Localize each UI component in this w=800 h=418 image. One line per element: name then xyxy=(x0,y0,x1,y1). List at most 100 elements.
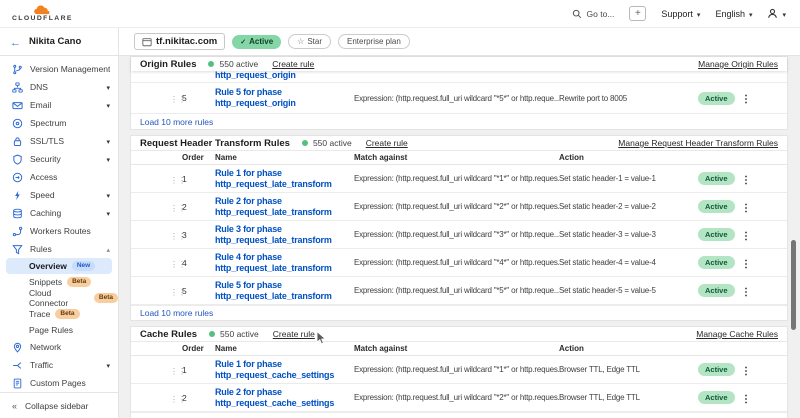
column-match: Match against xyxy=(354,153,559,162)
beta-badge: Beta xyxy=(94,293,118,303)
sidebar-item-custom-pages[interactable]: Custom Pages xyxy=(0,374,118,392)
star-button[interactable]: Star xyxy=(288,34,331,49)
chevron-down-icon xyxy=(106,208,110,218)
active-dot-icon xyxy=(302,140,308,146)
cloudflare-logo[interactable]: CLOUDFLARE xyxy=(12,5,73,23)
sidebar-item-caching[interactable]: Caching xyxy=(0,204,118,222)
traffic-icon xyxy=(12,360,23,371)
partially-scrolled-rule-row[interactable]: http_request_origin xyxy=(131,71,787,83)
rule-name-link[interactable]: Rule 5 for phasehttp_request_late_transf… xyxy=(215,280,354,302)
status-badge: Active xyxy=(698,363,735,376)
drag-handle-icon[interactable] xyxy=(170,170,182,188)
sidebar-item-traffic[interactable]: Traffic xyxy=(0,356,118,374)
transform-rule-row[interactable]: 4 Rule 4 for phasehttp_request_late_tran… xyxy=(131,249,787,277)
support-menu[interactable]: Support xyxy=(661,9,700,19)
collapse-sidebar-button[interactable]: Collapse sidebar xyxy=(0,392,118,418)
column-match: Match against xyxy=(354,344,559,353)
manage-origin-rules-link[interactable]: Manage Origin Rules xyxy=(698,59,778,69)
transform-rule-row[interactable]: 3 Rule 3 for phasehttp_request_late_tran… xyxy=(131,221,787,249)
sidebar-item-page-rules[interactable]: Page Rules xyxy=(0,322,118,338)
sidebar-item-security[interactable]: Security xyxy=(0,150,118,168)
rule-name-link[interactable]: Rule 3 for phasehttp_request_late_transf… xyxy=(215,224,354,246)
cache-rule-row[interactable]: 1 Rule 1 for phasehttp_request_cache_set… xyxy=(131,356,787,384)
sidebar-item-cloud-connector[interactable]: Cloud Connector Beta xyxy=(0,290,118,306)
cache-rule-row[interactable]: 2 Rule 2 for phasehttp_request_cache_set… xyxy=(131,384,787,412)
partially-visible-rule-row: Active xyxy=(131,412,787,418)
sidebar-item-rules[interactable]: Rules xyxy=(0,240,118,258)
chevron-down-icon xyxy=(106,154,110,164)
kebab-menu-icon[interactable] xyxy=(739,282,751,300)
drag-handle-icon[interactable] xyxy=(170,226,182,244)
go-to-search[interactable]: Go to... xyxy=(572,9,615,19)
section-title: Request Header Transform Rules xyxy=(140,138,290,149)
kebab-menu-icon[interactable] xyxy=(739,89,751,107)
star-icon xyxy=(297,37,304,46)
create-rule-link[interactable]: Create rule xyxy=(273,329,315,339)
sidebar-item-ssl-tls[interactable]: SSL/TLS xyxy=(0,132,118,150)
sidebar-item-access[interactable]: Access xyxy=(0,168,118,186)
email-icon xyxy=(12,100,23,111)
sidebar-item-dns[interactable]: DNS xyxy=(0,78,118,96)
kebab-menu-icon[interactable] xyxy=(739,226,751,244)
rule-name-link[interactable]: Rule 1 for phasehttp_request_cache_setti… xyxy=(215,359,354,381)
sidebar-item-trace[interactable]: Trace Beta xyxy=(0,306,118,322)
kebab-menu-icon[interactable] xyxy=(739,254,751,272)
rule-name-link[interactable]: Rule 2 for phasehttp_request_cache_setti… xyxy=(215,387,354,409)
zone-cell: tf.nikitac.com Active Star Enterprise pl… xyxy=(119,28,800,55)
chevron-up-icon xyxy=(106,244,110,254)
transform-rule-row[interactable]: 5 Rule 5 for phasehttp_request_late_tran… xyxy=(131,277,787,305)
add-button[interactable]: + xyxy=(629,6,646,21)
origin-rule-row[interactable]: 5 Rule 5 for phase http_request_origin E… xyxy=(131,83,787,114)
language-menu[interactable]: English xyxy=(715,9,752,19)
lightning-icon xyxy=(12,190,23,201)
manage-transform-rules-link[interactable]: Manage Request Header Transform Rules xyxy=(618,138,778,148)
back-arrow-icon[interactable] xyxy=(10,33,21,51)
collapse-icon xyxy=(12,401,17,411)
spectrum-icon xyxy=(12,118,23,129)
active-dot-icon xyxy=(209,331,215,337)
kebab-menu-icon[interactable] xyxy=(739,170,751,188)
section-title: Cache Rules xyxy=(140,329,197,340)
rule-name-link[interactable]: Rule 4 for phasehttp_request_late_transf… xyxy=(215,252,354,274)
kebab-menu-icon[interactable] xyxy=(739,361,751,379)
sidebar-item-speed[interactable]: Speed xyxy=(0,186,118,204)
sidebar-item-email[interactable]: Email xyxy=(0,96,118,114)
load-more-rules-link[interactable]: Load 10 more rules xyxy=(131,305,787,320)
drag-handle-icon[interactable] xyxy=(170,361,182,379)
check-icon xyxy=(240,37,246,46)
chevron-down-icon xyxy=(106,100,110,110)
manage-cache-rules-link[interactable]: Manage Cache Rules xyxy=(696,329,778,339)
transform-rule-row[interactable]: 1 Rule 1 for phasehttp_request_late_tran… xyxy=(131,165,787,193)
drag-handle-icon[interactable] xyxy=(170,89,182,107)
sidebar-item-spectrum[interactable]: Spectrum xyxy=(0,114,118,132)
user-menu[interactable] xyxy=(767,8,786,19)
drag-handle-icon[interactable] xyxy=(170,282,182,300)
kebab-menu-icon[interactable] xyxy=(739,389,751,407)
zone-selector[interactable]: tf.nikitac.com xyxy=(134,33,225,50)
origin-rules-header: Origin Rules 550 active Create rule Mana… xyxy=(131,57,787,71)
rule-name-link[interactable]: Rule 2 for phasehttp_request_late_transf… xyxy=(215,196,354,218)
rule-name-link[interactable]: Rule 1 for phasehttp_request_late_transf… xyxy=(215,168,354,190)
database-icon xyxy=(12,208,23,219)
create-rule-link[interactable]: Create rule xyxy=(366,138,408,148)
sidebar-item-version-management[interactable]: Version Management xyxy=(0,60,118,78)
drag-handle-icon[interactable] xyxy=(170,389,182,407)
load-more-rules-link[interactable]: Load 10 more rules xyxy=(131,114,787,129)
sidebar-item-overview[interactable]: Overview New xyxy=(6,258,112,274)
transform-rule-row[interactable]: 2 Rule 2 for phasehttp_request_late_tran… xyxy=(131,193,787,221)
column-action: Action xyxy=(559,344,698,353)
drag-handle-icon[interactable] xyxy=(170,254,182,272)
sidebar-item-workers-routes[interactable]: Workers Routes xyxy=(0,222,118,240)
lock-icon xyxy=(12,136,23,147)
kebab-menu-icon[interactable] xyxy=(739,198,751,216)
sidebar-item-network[interactable]: Network xyxy=(0,338,118,356)
active-dot-icon xyxy=(208,61,214,67)
access-icon xyxy=(12,172,23,183)
create-rule-link[interactable]: Create rule xyxy=(272,59,314,69)
column-order: Order xyxy=(182,344,215,353)
drag-handle-icon[interactable] xyxy=(170,198,182,216)
vertical-scrollbar-thumb[interactable] xyxy=(791,240,796,330)
dns-icon xyxy=(12,82,23,93)
rule-name-link[interactable]: Rule 5 for phase http_request_origin xyxy=(215,87,354,109)
column-action: Action xyxy=(559,153,698,162)
